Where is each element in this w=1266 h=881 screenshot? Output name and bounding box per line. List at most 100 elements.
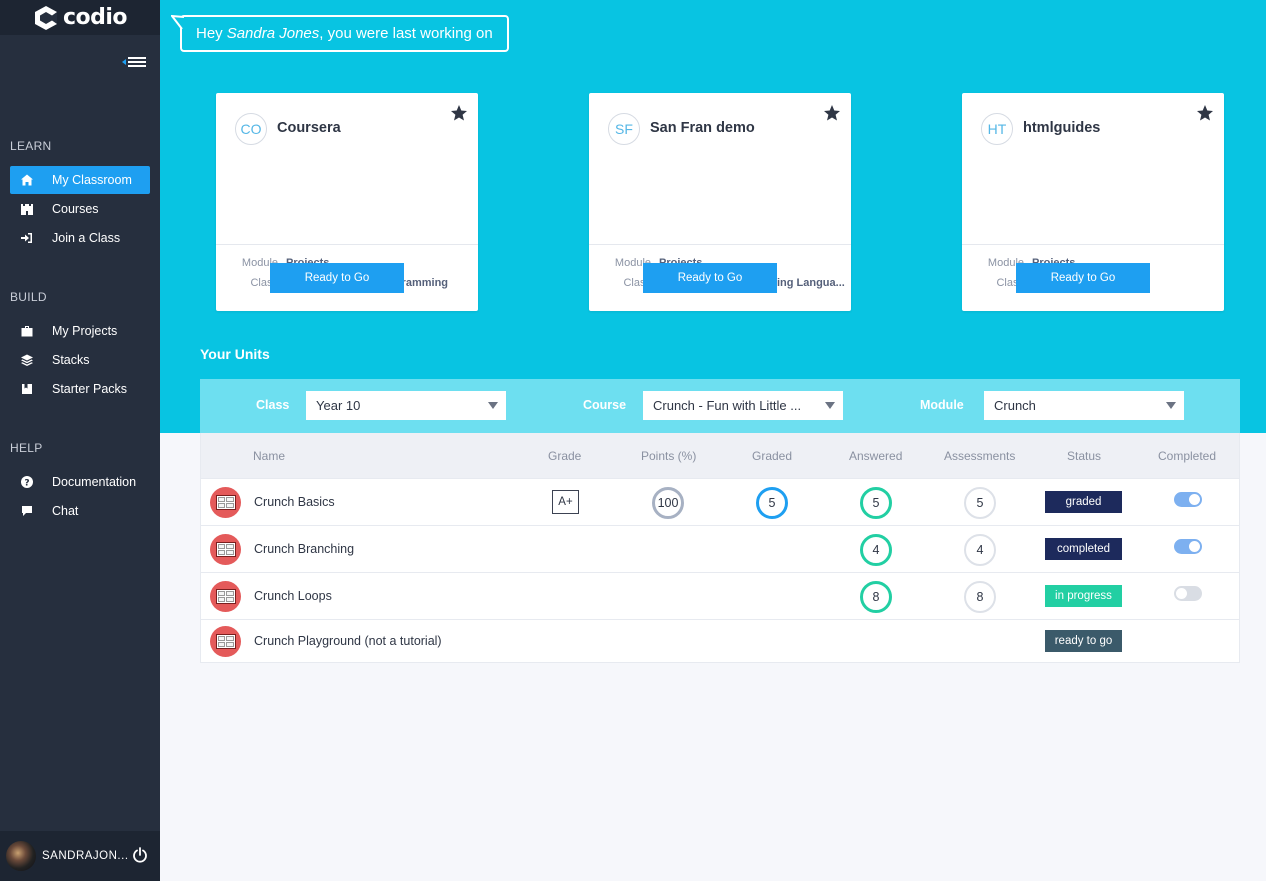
table-row[interactable]: Crunch Branching 4 4 completed [201,525,1239,572]
graded-circle: 5 [756,487,788,519]
unit-name[interactable]: Crunch Branching [254,542,354,556]
card-title[interactable]: Coursera [277,120,341,136]
user-bar: SANDRAJON... [0,831,160,881]
card-divider [589,244,851,245]
ready-to-go-button[interactable]: Ready to Go [643,263,777,293]
sign-in-icon [20,231,34,245]
star-icon[interactable] [1196,104,1214,122]
class-filter-label: Class [256,398,290,412]
briefcase-icon [20,324,34,338]
home-icon [20,173,34,187]
unit-icon [210,581,241,612]
card-divider [216,244,478,245]
castle-icon [20,202,34,216]
course-filter-label: Course [583,398,627,412]
answered-circle: 4 [860,534,892,566]
answered-circle: 8 [860,581,892,613]
status-badge: graded [1045,491,1122,513]
greeting-bubble: Hey Sandra Jones , you were last working… [171,15,509,52]
card-badge: HT [981,113,1013,145]
recent-card-san-fran-demo[interactable]: SF San Fran demo ModuleProjects ClassCMP… [589,93,851,311]
card-title[interactable]: htmlguides [1023,120,1100,136]
sidebar-item-label: Documentation [52,475,137,489]
unit-name[interactable]: Crunch Loops [254,589,332,603]
unit-icon [210,487,241,518]
course-select-value: Crunch - Fun with Little ... [653,398,802,413]
sidebar-item-label: My Projects [52,324,118,338]
username[interactable]: SANDRAJON... [42,850,129,862]
recent-card-coursera[interactable]: CO Coursera ModuleProjects ClassCMPS 360… [216,93,478,311]
sidebar-item-documentation[interactable]: ? Documentation [10,468,150,496]
sidebar-item-join-a-class[interactable]: Join a Class [10,224,150,252]
card-title[interactable]: San Fran demo [650,120,755,136]
status-badge: ready to go [1045,630,1122,652]
table-row[interactable]: Crunch Playground (not a tutorial) ready… [201,619,1239,662]
column-header-assessments[interactable]: Assessments [944,449,1015,463]
sidebar-item-chat[interactable]: Chat [10,497,150,525]
unit-name[interactable]: Crunch Basics [254,495,335,509]
unit-icon [210,626,241,657]
column-header-status[interactable]: Status [1067,449,1101,463]
units-filters: Class Year 10 Course Crunch - Fun with L… [200,379,1240,433]
module-select[interactable]: Crunch [984,391,1184,420]
greeting-suffix: , you were last working on [319,25,493,42]
sidebar-item-starter-packs[interactable]: Starter Packs [10,375,150,403]
assessments-circle: 5 [964,487,996,519]
chat-icon [20,504,34,518]
module-filter-label: Module [920,398,964,412]
completed-toggle[interactable] [1174,492,1202,507]
course-select[interactable]: Crunch - Fun with Little ... [643,391,843,420]
ready-to-go-button[interactable]: Ready to Go [1016,263,1150,293]
points-circle: 100 [652,487,684,519]
sidebar-item-label: Stacks [52,353,90,367]
sidebar-item-my-projects[interactable]: My Projects [10,317,150,345]
codio-logo[interactable]: codio [33,5,128,31]
column-header-grade[interactable]: Grade [548,449,581,463]
menu-collapse-icon [122,57,146,67]
sidebar-collapse-button[interactable] [120,52,148,72]
chevron-down-icon [825,402,835,409]
section-title-build: BUILD [10,290,47,304]
completed-toggle[interactable] [1174,539,1202,554]
column-header-completed[interactable]: Completed [1158,449,1216,463]
answered-circle: 5 [860,487,892,519]
svg-text:?: ? [24,479,29,489]
star-icon[interactable] [450,104,468,122]
unit-name[interactable]: Crunch Playground (not a tutorial) [254,634,442,648]
greeting-prefix: Hey [196,25,223,42]
units-title: Your Units [200,346,270,362]
recent-card-htmlguides[interactable]: HT htmlguides ModuleProjects ClassQAclas… [962,93,1224,311]
sidebar-item-label: Courses [52,202,99,216]
sidebar-item-label: Join a Class [52,231,121,245]
module-select-value: Crunch [994,398,1036,413]
table-row[interactable]: Crunch Basics A+ 100 5 5 5 graded [201,478,1239,525]
star-icon[interactable] [823,104,841,122]
unit-icon [210,534,241,565]
sidebar: codio LEARN My Classroom Courses Join a … [0,0,160,881]
question-icon: ? [20,475,34,489]
completed-toggle[interactable] [1174,586,1202,601]
class-select[interactable]: Year 10 [306,391,506,420]
column-header-name[interactable]: Name [253,449,285,463]
units-table: Name Grade Points (%) Graded Answered As… [200,433,1240,663]
sidebar-item-stacks[interactable]: Stacks [10,346,150,374]
card-divider [962,244,1224,245]
column-header-points[interactable]: Points (%) [641,449,696,463]
table-header: Name Grade Points (%) Graded Answered As… [201,433,1239,478]
codio-logo-icon [34,5,57,30]
sidebar-item-courses[interactable]: Courses [10,195,150,223]
sidebar-item-my-classroom[interactable]: My Classroom [10,166,150,194]
table-row[interactable]: Crunch Loops 8 8 in progress [201,572,1239,619]
column-header-answered[interactable]: Answered [849,449,902,463]
sidebar-item-label: My Classroom [52,173,132,187]
greeting-name: Sandra Jones [226,25,320,42]
grade-badge: A+ [552,490,579,514]
section-title-help: HELP [10,441,43,455]
avatar[interactable] [6,841,36,871]
sidebar-header: codio [0,0,160,35]
bubble-tail-icon [171,15,185,30]
class-select-value: Year 10 [316,398,361,413]
ready-to-go-button[interactable]: Ready to Go [270,263,404,293]
column-header-graded[interactable]: Graded [752,449,792,463]
power-icon[interactable] [132,847,148,863]
